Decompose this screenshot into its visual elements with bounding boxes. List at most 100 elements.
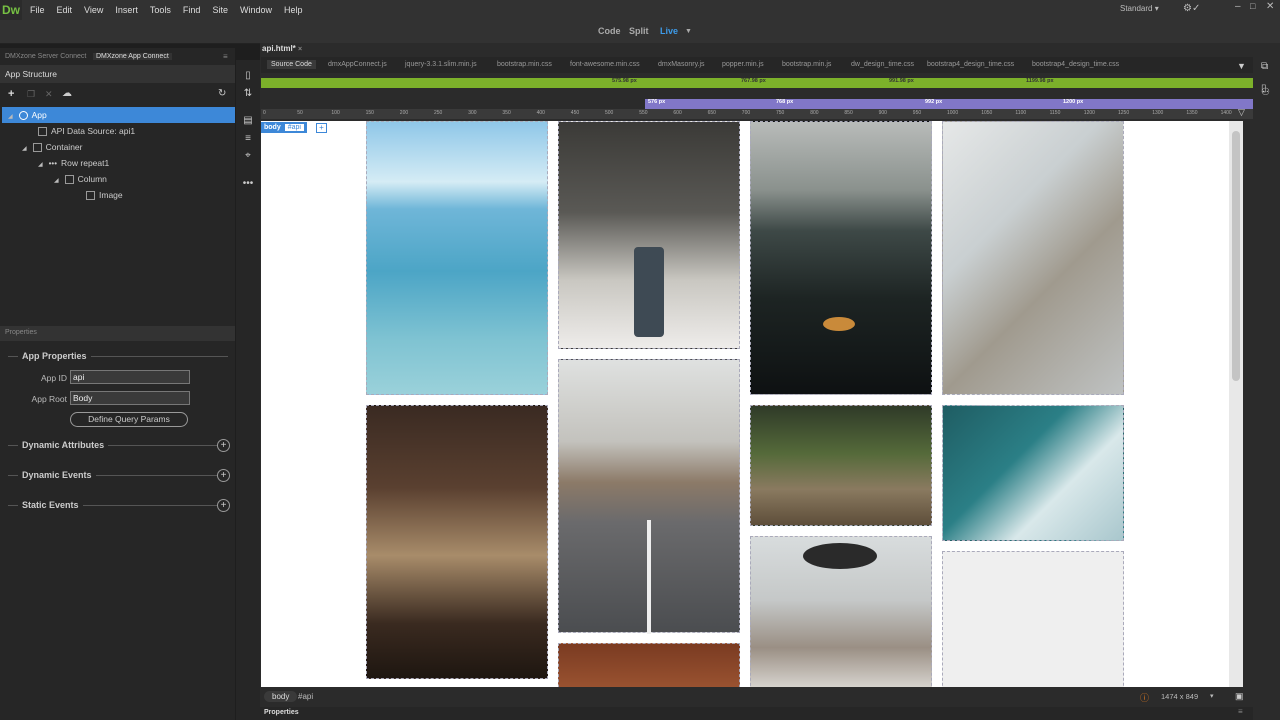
split-view-button[interactable]: Split: [629, 26, 649, 36]
status-bar: body #api ⓘ 1474 x 849 ▾ ▣: [260, 688, 1253, 706]
tree-item-app[interactable]: ◢ App: [8, 107, 47, 123]
collapse-triangle-icon[interactable]: ◢: [38, 162, 43, 168]
dom-icon[interactable]: ⚇: [1261, 87, 1270, 98]
gallery-image-underwater[interactable]: [366, 121, 548, 395]
tree-item-column[interactable]: ◢ Column: [54, 171, 107, 187]
live-view-canvas: body #api +: [261, 121, 1229, 687]
file-icon[interactable]: ▯: [242, 70, 254, 82]
gallery-image-woman-hat[interactable]: [750, 536, 932, 687]
collapse-triangle-icon[interactable]: ◢: [54, 178, 59, 184]
add-static-event-icon[interactable]: +: [217, 499, 230, 512]
tab-app-connect[interactable]: DMXzone App Connect: [93, 53, 172, 60]
panel-menu-icon[interactable]: ≡: [223, 52, 228, 61]
gallery-image-lake-leaf[interactable]: [750, 121, 932, 395]
related-file[interactable]: popper.min.js: [722, 61, 764, 68]
scrollbar-thumb[interactable]: [1232, 131, 1240, 381]
tag-chip-id: #api: [284, 124, 304, 131]
live-dropdown-icon[interactable]: ▼: [685, 28, 692, 35]
add-dynamic-event-icon[interactable]: +: [217, 469, 230, 482]
add-dynamic-attribute-icon[interactable]: +: [217, 439, 230, 452]
tag-selector-body[interactable]: body: [264, 691, 298, 702]
data-bindings-icon[interactable]: ☁: [62, 88, 72, 99]
gallery-image-ocean-waves[interactable]: [942, 405, 1124, 541]
preview-icon[interactable]: ▣: [1235, 691, 1244, 702]
tree-item-image[interactable]: Image: [86, 187, 123, 203]
snippet-icon[interactable]: ▤: [242, 115, 254, 127]
window-size-dropdown-icon[interactable]: ▾: [1210, 692, 1214, 700]
delete-icon[interactable]: ✕: [45, 89, 53, 100]
code-view-button[interactable]: Code: [598, 26, 621, 36]
ruler-tick-label: 1300: [1152, 110, 1164, 116]
tree-item-row-repeat[interactable]: ◢ ••• Row repeat1: [38, 155, 109, 171]
filter-icon[interactable]: ▼: [1237, 61, 1246, 71]
menu-file[interactable]: File: [24, 5, 51, 15]
tree-label: Container: [45, 142, 83, 152]
refresh-icon[interactable]: ↻: [218, 88, 226, 99]
related-file[interactable]: dmxMasonry.js: [658, 61, 705, 68]
document-tab[interactable]: api.html* ×: [262, 44, 302, 53]
menu-tools[interactable]: Tools: [144, 5, 177, 15]
menu-view[interactable]: View: [78, 5, 109, 15]
tag-selector-id[interactable]: #api: [298, 692, 313, 701]
source-code-tab[interactable]: Source Code: [267, 60, 316, 69]
menu-site[interactable]: Site: [206, 5, 234, 15]
related-file[interactable]: bootstrap.min.css: [497, 61, 552, 68]
sort-icon[interactable]: ⇅: [242, 88, 254, 100]
media-query-bar[interactable]: [645, 99, 1253, 109]
live-view-button[interactable]: Live: [660, 26, 678, 36]
insert-panel-icon[interactable]: ⧉: [1261, 61, 1268, 72]
collapse-triangle-icon[interactable]: ◢: [8, 114, 13, 120]
app-root-field[interactable]: Body: [70, 391, 190, 405]
gallery-image-loading[interactable]: [942, 551, 1124, 687]
viewport-handle-icon[interactable]: ▽: [1238, 107, 1245, 118]
warning-icon[interactable]: ⓘ: [1140, 691, 1149, 704]
define-query-params-button[interactable]: Define Query Params: [70, 412, 188, 427]
tree-item-container[interactable]: ◢ Container: [22, 139, 82, 155]
bottom-panel-title[interactable]: Properties: [264, 709, 299, 716]
menu-help[interactable]: Help: [278, 5, 309, 15]
target-icon[interactable]: ⌖: [242, 150, 254, 162]
app-id-field[interactable]: api: [70, 370, 190, 384]
close-icon[interactable]: ✕: [1266, 1, 1274, 12]
app-structure-header: App Structure: [0, 65, 235, 83]
gallery-image-boots[interactable]: [750, 405, 932, 526]
add-tag-icon[interactable]: +: [316, 123, 327, 133]
bottom-panel-menu-icon[interactable]: ≡: [1238, 707, 1243, 716]
menu-find[interactable]: Find: [177, 5, 207, 15]
dreamweaver-logo: Dw: [0, 0, 22, 20]
related-file[interactable]: font-awesome.min.css: [570, 61, 640, 68]
tree-item-api-data-source[interactable]: API Data Source: api1: [38, 123, 135, 139]
related-file[interactable]: dmxAppConnect.js: [328, 61, 387, 68]
ruler-tick-label: 550: [639, 110, 648, 116]
tab-server-connect[interactable]: DMXzone Server Connect: [5, 53, 86, 60]
sync-settings-icon[interactable]: ⚙✓: [1183, 3, 1200, 14]
gallery-image-woman-porch[interactable]: [942, 121, 1124, 395]
gallery-image-book[interactable]: [366, 405, 548, 679]
gallery-image-dog[interactable]: [558, 643, 740, 687]
maximize-icon[interactable]: □: [1250, 1, 1255, 11]
gallery-image-coffee[interactable]: [558, 121, 740, 349]
workspace-switcher[interactable]: Standard ▾: [1120, 4, 1159, 13]
menu-edit[interactable]: Edit: [51, 5, 79, 15]
close-tab-icon[interactable]: ×: [298, 46, 302, 53]
collapse-triangle-icon[interactable]: ◢: [22, 146, 27, 152]
tag-chip[interactable]: body #api: [261, 122, 307, 133]
media-query-label: 576 px: [648, 99, 666, 105]
window-size[interactable]: 1474 x 849: [1161, 692, 1198, 701]
format-icon[interactable]: ≡: [242, 133, 254, 145]
menu-insert[interactable]: Insert: [109, 5, 144, 15]
minimize-icon[interactable]: –: [1235, 1, 1241, 12]
related-file[interactable]: jquery-3.3.1.slim.min.js: [405, 61, 477, 68]
more-icon[interactable]: •••: [242, 178, 254, 190]
ruler-tick-label: 800: [810, 110, 819, 116]
canvas-scrollbar[interactable]: [1229, 121, 1243, 687]
related-file[interactable]: dw_design_time.css: [851, 61, 914, 68]
dynamic-events-heading: Dynamic Events: [18, 470, 96, 480]
related-file[interactable]: bootstrap.min.js: [782, 61, 831, 68]
gallery-image-road[interactable]: [558, 359, 740, 634]
add-component-icon[interactable]: +: [8, 88, 14, 100]
related-file[interactable]: bootstrap4_design_time.css: [1032, 61, 1119, 68]
related-file[interactable]: bootstrap4_design_time.css: [927, 61, 1014, 68]
menu-window[interactable]: Window: [234, 5, 278, 15]
copy-icon[interactable]: ❐: [27, 89, 35, 100]
